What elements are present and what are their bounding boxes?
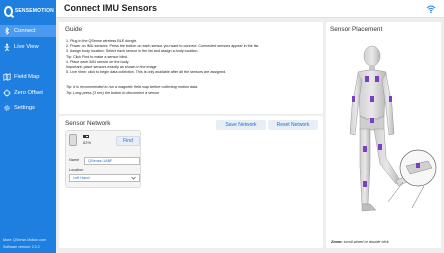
sensor-marker [352,96,355,102]
sensor-card[interactable]: 62% Find Name QSense-1ABF Location Left … [65,130,141,188]
sidebar-item-settings[interactable]: Settings [0,102,56,114]
software-version: Software version: 2.0.2 [3,245,40,249]
logo-text: SENSEMOTION [14,8,54,14]
sidebar-item-label: Live View [14,44,39,50]
sidebar-item-zero-offset[interactable]: Zero Offset [0,87,56,99]
crosshair-icon [3,89,11,97]
sidebar-item-live-view[interactable]: Live View [0,41,56,53]
sensor-marker [370,118,374,123]
sensor-network-title: Sensor Network [65,120,111,127]
app-logo: SENSEMOTION [4,4,54,18]
sensor-name-field[interactable]: QSense-1ABF [84,157,140,165]
sensor-marker [375,76,379,82]
battery-level: 62% [83,140,92,145]
save-network-button[interactable]: Save Network [216,120,266,130]
location-select[interactable]: Left Hand [69,174,140,182]
guide-panel: Guide 1. Plug in the QSense wireless BLE… [59,22,323,114]
page-title: Connect IMU Sensors [64,3,158,13]
mannequin-figure [349,45,417,212]
sensor-marker [365,76,369,82]
sensor-marker [378,144,382,150]
more-link[interactable]: More: QSense-Motion.com [3,238,46,242]
guide-steps: 1. Plug in the QSense wireless BLE dongl… [66,39,316,75]
person-icon [4,43,10,51]
wifi-icon [426,5,436,14]
chevron-down-icon [131,176,136,180]
sensor-marker [389,96,392,102]
guide-step: 5. Live View: click to begin data collec… [66,70,227,75]
sidebar-item-label: Connect [14,28,36,34]
gear-icon [4,105,10,111]
map-icon [3,73,11,81]
guide-tip-disconnect: Tip: Long-press (3 sec) the button to di… [66,91,160,95]
body-model-view[interactable] [328,36,439,230]
reset-network-button[interactable]: Reset Network [268,120,318,130]
bluetooth-icon [5,27,10,35]
sensor-marker [363,146,367,152]
zoom-hint-text: scroll wheel or double click [343,240,389,244]
sensor-network-panel: Sensor Network Save Network Reset Networ… [59,116,323,248]
sensor-marker [363,181,367,187]
sensor-placement-title: Sensor Placement [330,26,383,33]
guide-title: Guide [65,26,83,33]
location-value: Left Hand [73,176,90,180]
sidebar-item-label: Settings [14,105,35,111]
sidebar-item-label: Zero Offset [14,90,43,96]
battery-icon [83,135,89,138]
name-label: Name [69,158,80,162]
header-bar: Connect IMU Sensors [56,0,444,18]
zoom-hint: Zoom: scroll wheel or double click [331,240,389,244]
sensor-name-value: QSense-1ABF [88,159,113,163]
sensor-marker [370,96,374,102]
sidebar-item-field-map[interactable]: Field Map [0,71,56,83]
sidebar: SENSEMOTION Connect Live View Field Map … [0,0,56,253]
guide-tip-magnetic: Tip: It is recommended to run a magnetic… [66,85,199,89]
sensor-placement-panel: Sensor Placement Zoom: scroll wheel or d… [326,22,441,248]
sidebar-item-label: Field Map [14,74,40,80]
sensor-device-icon [69,134,77,146]
logo-mark-icon [4,5,13,17]
sidebar-item-connect[interactable]: Connect [0,25,56,37]
zoom-hint-label: Zoom: [331,240,343,244]
location-label: Location [69,168,84,172]
find-button[interactable]: Find [116,136,140,146]
